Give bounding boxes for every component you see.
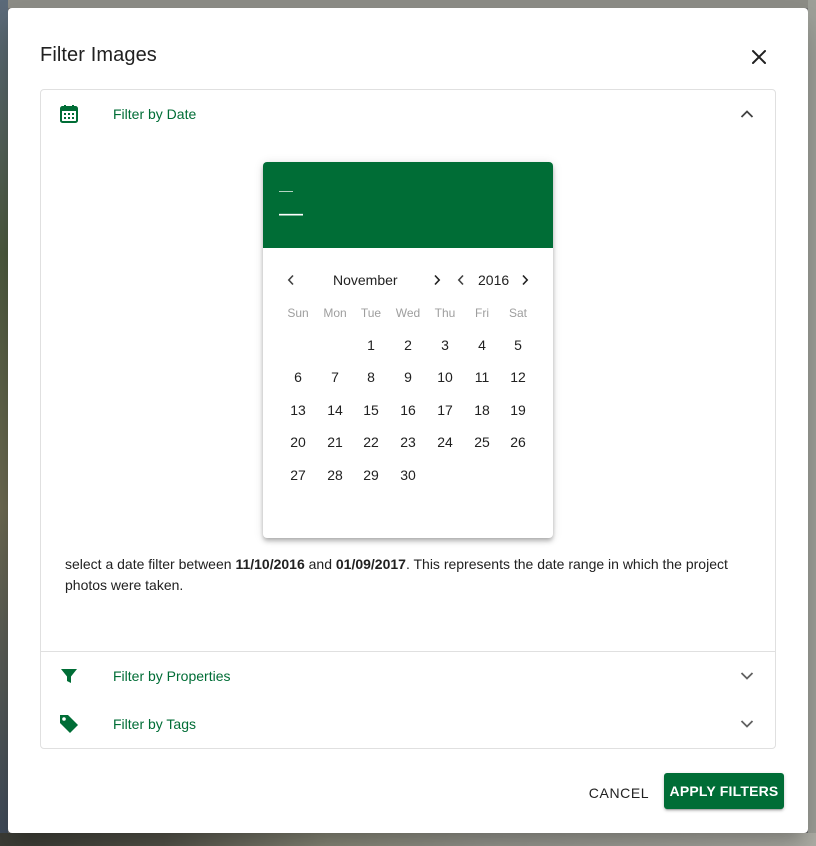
calendar-day[interactable]: 30 xyxy=(391,461,425,489)
current-year: 2016 xyxy=(478,272,510,288)
panel-label-properties: Filter by Properties xyxy=(113,668,231,684)
chevron-left-icon xyxy=(287,274,294,286)
next-year-button[interactable] xyxy=(515,270,535,290)
calendar-day[interactable]: 18 xyxy=(465,396,499,424)
close-icon xyxy=(752,50,766,64)
weekday-label: Thu xyxy=(434,306,456,320)
calendar-day[interactable]: 3 xyxy=(428,331,462,359)
weekday-label: Sat xyxy=(508,306,527,320)
panel-header-date[interactable]: Filter by Date xyxy=(41,90,775,138)
calendar-day[interactable]: 11 xyxy=(465,363,499,391)
chevron-right-icon xyxy=(434,274,441,286)
month-year-navigation: November 2016 xyxy=(263,267,553,293)
prev-month-button[interactable] xyxy=(281,270,301,290)
calendar-day[interactable]: 24 xyxy=(428,428,462,456)
calendar-day[interactable]: 28 xyxy=(318,461,352,489)
chevron-down-icon xyxy=(735,664,759,688)
calendar-day[interactable]: 20 xyxy=(281,428,315,456)
date-picker-header: — — xyxy=(263,162,553,248)
calendar-day[interactable]: 17 xyxy=(428,396,462,424)
calendar-day[interactable]: 13 xyxy=(281,396,315,424)
help-middle: and xyxy=(304,556,336,572)
picker-header-year[interactable]: — xyxy=(279,182,293,198)
calendar-day[interactable]: 21 xyxy=(318,428,352,456)
filter-panels: Filter by Date — — November 2016 Sun Mon… xyxy=(40,89,776,749)
calendar-day[interactable]: 8 xyxy=(354,363,388,391)
next-month-button[interactable] xyxy=(427,270,447,290)
calendar-day[interactable]: 14 xyxy=(318,396,352,424)
calendar-day[interactable]: 4 xyxy=(465,331,499,359)
calendar-day[interactable]: 23 xyxy=(391,428,425,456)
calendar-icon xyxy=(57,102,81,126)
chevron-right-icon xyxy=(522,274,529,286)
close-button[interactable] xyxy=(744,42,774,72)
calendar-day[interactable]: 2 xyxy=(391,331,425,359)
panel-label-date: Filter by Date xyxy=(113,106,197,122)
current-month: November xyxy=(333,272,398,288)
date-range-help-text: select a date filter between 11/10/2016 … xyxy=(65,554,755,596)
calendar-day[interactable]: 12 xyxy=(501,363,535,391)
calendar-day[interactable]: 22 xyxy=(354,428,388,456)
calendar-day[interactable]: 26 xyxy=(501,428,535,456)
background-strip-bottom xyxy=(0,833,816,846)
tag-icon xyxy=(57,712,81,736)
date-picker: — — November 2016 Sun Mon Tue Wed Thu Fr… xyxy=(263,162,553,538)
filter-images-dialog: Filter Images Filter by Date — — Novembe… xyxy=(8,8,808,833)
dialog-title: Filter Images xyxy=(40,44,157,66)
calendar-day[interactable]: 27 xyxy=(281,461,315,489)
calendar-day[interactable]: 10 xyxy=(428,363,462,391)
calendar-day[interactable]: 1 xyxy=(354,331,388,359)
prev-year-button[interactable] xyxy=(451,270,471,290)
weekday-label: Mon xyxy=(323,306,347,320)
panel-label-tags: Filter by Tags xyxy=(113,716,196,732)
weekday-label: Tue xyxy=(360,306,382,320)
calendar-day[interactable]: 16 xyxy=(391,396,425,424)
calendar-day[interactable]: 25 xyxy=(465,428,499,456)
calendar-day[interactable]: 29 xyxy=(354,461,388,489)
apply-filters-button[interactable]: APPLY FILTERS xyxy=(664,773,784,809)
weekday-label: Wed xyxy=(395,306,421,320)
calendar-day[interactable]: 9 xyxy=(391,363,425,391)
chevron-left-icon xyxy=(457,274,464,286)
calendar-day[interactable]: 7 xyxy=(318,363,352,391)
calendar-day[interactable]: 19 xyxy=(501,396,535,424)
filter-funnel-icon xyxy=(57,664,81,688)
calendar-day[interactable]: 5 xyxy=(501,331,535,359)
chevron-down-icon xyxy=(735,712,759,736)
range-start-date: 11/10/2016 xyxy=(235,556,305,572)
range-end-date: 01/09/2017 xyxy=(335,556,406,572)
chevron-up-icon xyxy=(735,102,759,126)
weekday-label: Fri xyxy=(475,306,489,320)
weekday-label: Sun xyxy=(287,306,309,320)
picker-header-date: — xyxy=(279,200,303,227)
cancel-button[interactable]: CANCEL xyxy=(582,775,656,811)
calendar-day[interactable]: 6 xyxy=(281,363,315,391)
background-strip-top xyxy=(0,0,816,8)
calendar-day[interactable]: 15 xyxy=(354,396,388,424)
help-prefix: select a date filter between xyxy=(65,556,236,572)
background-strip-left xyxy=(0,0,8,846)
panel-header-tags[interactable]: Filter by Tags xyxy=(41,700,775,748)
background-strip-right xyxy=(808,0,816,846)
panel-header-properties[interactable]: Filter by Properties xyxy=(41,652,775,700)
